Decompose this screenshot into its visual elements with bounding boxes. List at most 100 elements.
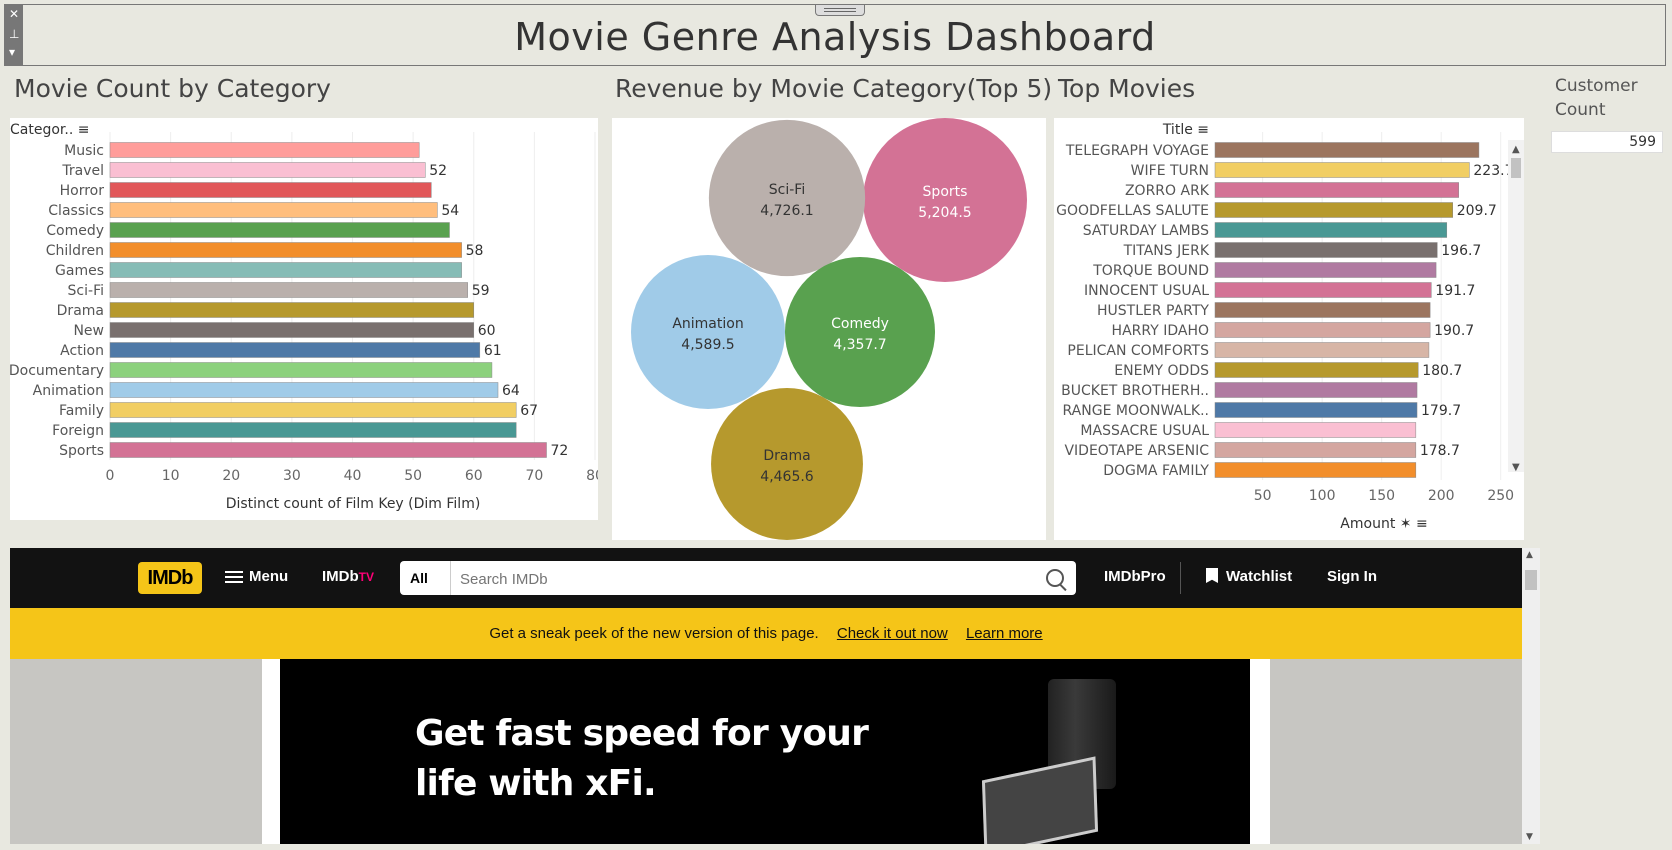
category-label: SATURDAY LAMBS [1083,223,1209,239]
bubble-value-label: 4,726.1 [760,203,813,219]
bar [109,162,426,178]
bar [1214,362,1419,378]
axis-header: Categor.. ≡ [10,122,89,138]
bubble-category-label: Comedy [831,316,889,332]
top-movies-chart-panel: 50 100 150 200 250 Title ≡ TELEGRAPH VOYAGE WIF… [1054,118,1524,540]
check-it-out-link[interactable]: Check it out now [837,625,948,642]
bar [1214,222,1448,238]
bar [1214,322,1431,338]
revenue-title: Revenue by Movie Category(Top 5) [615,74,1053,103]
category-label: Music [64,143,104,159]
bar [109,282,468,298]
x-tick-label: 200 [1428,488,1455,504]
category-label: Sci-Fi [68,283,104,299]
scroll-down-icon[interactable]: ▼ [1526,832,1533,842]
preview-banner: Get a sneak peek of the new version of t… [10,608,1522,659]
bar [109,322,474,338]
search-icon[interactable] [1046,569,1064,587]
bar [1214,242,1438,258]
scroll-up-icon[interactable]: ▲ [1526,550,1533,560]
search-bar: All [400,561,1076,597]
bar [109,262,462,278]
data-label: 60 [478,323,496,339]
bubble-category-label: Drama [763,448,810,464]
bubble-category-label: Sci-Fi [769,182,805,198]
imdb-tv-brand: IMDb [322,568,359,585]
category-label: Family [59,403,104,419]
movie-count-title: Movie Count by Category [14,74,331,103]
imdb-tv-link[interactable]: IMDbTV [322,568,374,585]
bubble-value-label: 4,589.5 [681,337,734,353]
bar [109,202,438,218]
hamburger-icon [225,571,243,584]
bubble [630,254,786,410]
imdb-tv-suffix: TV [358,570,375,584]
data-label: 180.7 [1422,363,1462,379]
category-label: GOODFELLAS SALUTE [1056,203,1209,219]
axis-header: Title ≡ [1162,122,1209,138]
category-label: INNOCENT USUAL [1084,283,1209,299]
bar [109,442,547,458]
movie-count-chart-panel: 0 10 20 30 40 50 60 70 80 Categor.. ≡ Music Travel 5… [9,118,604,520]
ad-line-2: life with xFi. [415,763,657,804]
sign-in-button[interactable]: Sign In [1327,568,1377,585]
web-scrollbar[interactable]: ▲ ▼ [1522,548,1540,844]
category-label: Foreign [52,423,104,439]
search-scope-select[interactable]: All [400,561,451,595]
bar [1214,202,1453,218]
x-tick-label: 250 [1487,488,1514,504]
data-label: 59 [472,283,490,299]
bar [109,422,517,438]
category-label: ZORRO ARK [1125,183,1210,199]
scroll-thumb[interactable] [1525,570,1537,590]
search-input[interactable] [452,561,1042,597]
bar [1214,182,1459,198]
category-label: TORQUE BOUND [1092,263,1209,279]
bar [109,142,420,158]
bar [1214,382,1418,398]
bar [109,242,462,258]
category-label: Children [46,243,104,259]
category-label: MASSACRE USUAL [1080,423,1209,439]
x-tick-label: 30 [283,468,301,484]
data-label: 58 [466,243,484,259]
imdb-pro-link[interactable]: IMDbPro [1104,568,1166,585]
dashboard-title: Movie Genre Analysis Dashboard [514,15,1156,59]
x-tick-label: 80 [586,468,598,484]
x-tick-label: 10 [162,468,180,484]
bubble-category-label: Sports [923,184,968,200]
revenue-chart-panel: Sports 5,204.5 Sci-Fi 4,726.1 Animation 4,589… [612,118,1046,540]
category-label: Action [60,343,104,359]
watchlist-button[interactable]: Watchlist [1206,568,1292,585]
category-label: Documentary [10,363,104,379]
data-label: 67 [520,403,538,419]
imdb-web-page: IMDb Menu IMDbTV All IMDbPro Watchlist S… [10,548,1522,844]
x-tick-label: 60 [465,468,483,484]
imdb-logo[interactable]: IMDb [138,562,202,594]
data-label: 178.7 [1420,443,1460,459]
data-label: 179.7 [1421,403,1461,419]
ad-headline: Get fast speed for your life with xFi. [415,709,869,809]
advertisement[interactable]: Get fast speed for your life with xFi. [280,659,1250,844]
menu-button[interactable]: Menu [225,568,288,585]
nav-divider [1180,562,1181,594]
bubble [863,118,1027,282]
x-tick-label: 70 [525,468,543,484]
category-label: Comedy [46,223,104,239]
customer-count-label: Customer Count [1555,76,1638,120]
bar [109,302,474,318]
top-movies-title: Top Movies [1058,74,1196,103]
bubble [711,388,863,540]
category-label: Horror [60,183,105,199]
bar [109,342,481,358]
movie-count-chart: 0 10 20 30 40 50 60 70 80 Categor.. ≡ Music Travel 5… [9,122,604,512]
ad-line-1: Get fast speed for your [415,713,869,754]
learn-more-link[interactable]: Learn more [966,625,1043,642]
x-tick-label: 150 [1368,488,1395,504]
bar [1214,442,1417,458]
chart-scrollbar [1508,140,1524,472]
bar [1214,262,1437,278]
category-label: Classics [48,203,104,219]
bar [1214,282,1432,298]
data-label: 191.7 [1435,283,1475,299]
